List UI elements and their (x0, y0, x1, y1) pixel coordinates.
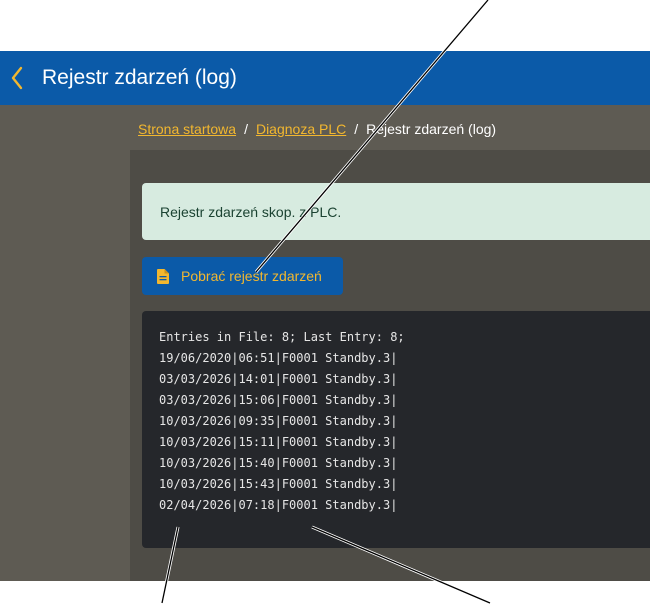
log-line: 10/03/2026|15:11|F0001 Standby.3| (159, 435, 398, 449)
download-log-label: Pobrać rejestr zdarzeń (181, 268, 322, 284)
log-line: Entries in File: 8; Last Entry: 8; (159, 330, 405, 344)
breadcrumb-separator: / (244, 121, 248, 137)
breadcrumb: Strona startowa / Diagnoza PLC / Rejestr zda… (138, 121, 496, 137)
breadcrumb-current: Rejestr zdarzeń (log) (366, 121, 497, 137)
breadcrumb-link-home[interactable]: Strona startowa (138, 121, 236, 137)
info-alert: Rejestr zdarzeń skop. z PLC. (142, 183, 650, 240)
app-header: Rejestr zdarzeń (log) (0, 51, 650, 105)
download-log-button[interactable]: Pobrać rejestr zdarzeń (142, 257, 343, 295)
page-title: Rejestr zdarzeń (log) (42, 66, 237, 89)
breadcrumb-separator: / (354, 121, 359, 137)
log-line: 10/03/2026|15:40|F0001 Standby.3| (159, 456, 398, 470)
log-line: 10/03/2026|15:43|F0001 Standby.3| (159, 477, 398, 491)
log-line: 03/03/2026|14:01|F0001 Standby.3| (159, 372, 398, 386)
chevron-left-icon[interactable] (10, 66, 24, 90)
log-line: 19/06/2020|06:51|F0001 Standby.3| (159, 351, 398, 365)
breadcrumb-link-plc-diagnosis[interactable]: Diagnoza PLC (256, 121, 346, 137)
log-line: 03/03/2026|15:06|F0001 Standby.3| (159, 393, 398, 407)
log-line: 10/03/2026|09:35|F0001 Standby.3| (159, 414, 398, 428)
log-line: 02/04/2026|07:18|F0001 Standby.3| (159, 498, 398, 512)
log-output: Entries in File: 8; Last Entry: 8; 19/06… (142, 311, 650, 548)
document-icon (157, 268, 169, 284)
alert-text: Rejestr zdarzeń skop. z PLC. (160, 203, 342, 220)
